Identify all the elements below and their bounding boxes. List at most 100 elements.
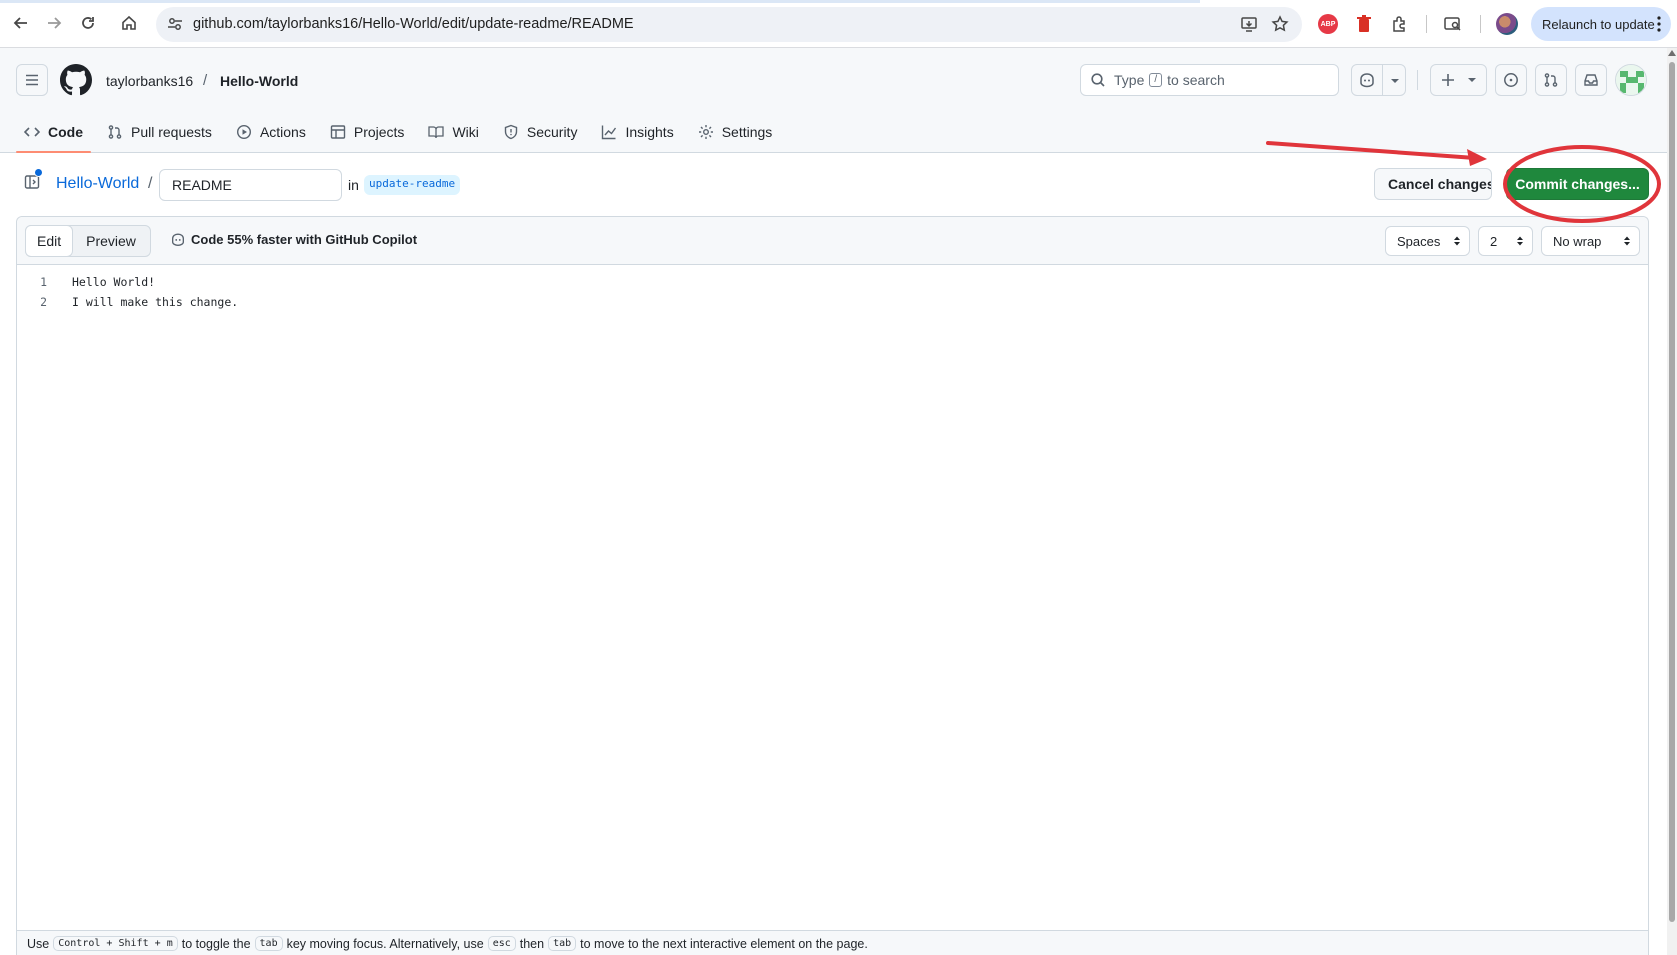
hint-plus: + [106, 938, 113, 949]
site-info-icon[interactable] [166, 15, 184, 33]
tab-edit[interactable]: Edit [25, 225, 74, 257]
user-avatar[interactable] [1615, 64, 1647, 96]
tab-settings[interactable]: Settings [690, 112, 781, 152]
relaunch-to-update-button[interactable]: Relaunch to update [1531, 7, 1671, 41]
trash-extension-icon [1357, 15, 1371, 32]
indent-mode-select[interactable]: Spaces [1385, 226, 1470, 256]
bookmark-star-icon[interactable] [1271, 15, 1289, 33]
github-header: taylorbanks16 / Hello-World Type / to se… [0, 48, 1668, 153]
copilot-promo-link[interactable]: Code 55% faster with GitHub Copilot [170, 232, 417, 247]
branch-in-label: in [348, 177, 359, 193]
tab-security[interactable]: Security [495, 112, 586, 152]
menu-button[interactable] [16, 64, 48, 96]
browser-profile-avatar[interactable] [1496, 13, 1518, 35]
hint-key: tab [548, 936, 577, 951]
tab-preview[interactable]: Preview [72, 226, 150, 256]
hint-text: Use [27, 936, 50, 951]
tab-actions[interactable]: Actions [228, 112, 314, 152]
play-icon [236, 124, 251, 140]
hint-key-combo: Control + Shift + m [53, 936, 178, 951]
hint-key: esc [487, 936, 516, 951]
edit-preview-toggle: Edit Preview [25, 225, 151, 257]
github-logo-icon[interactable] [60, 64, 92, 96]
back-button[interactable] [7, 9, 35, 37]
tab-pull-requests[interactable]: Pull requests [99, 112, 220, 152]
indent-size-select[interactable]: 2 [1478, 226, 1533, 256]
indent-size-value: 2 [1490, 233, 1498, 249]
scrollbar-thumb[interactable] [1669, 62, 1675, 922]
tab-label: Security [526, 124, 578, 140]
tab-label: Settings [721, 124, 773, 140]
file-edit-bar: Hello-World / in update-readme Cancel ch… [0, 154, 1668, 216]
code-editor: Edit Preview Code 55% faster with GitHub… [16, 216, 1649, 955]
copilot-icon [1360, 73, 1374, 88]
issues-button[interactable] [1495, 64, 1527, 96]
line-text[interactable]: Hello World! [72, 275, 155, 289]
hint-key: m [166, 938, 173, 949]
tab-insights[interactable]: Insights [593, 112, 681, 152]
tab-wiki[interactable]: Wiki [420, 112, 486, 152]
more-vert-icon[interactable] [1657, 16, 1661, 32]
graph-icon [602, 125, 617, 140]
inbox-button[interactable] [1575, 64, 1607, 96]
copilot-menu-button[interactable] [1351, 64, 1406, 96]
inbox-icon [1584, 74, 1598, 86]
search-placeholder-prefix: Type [1114, 72, 1145, 88]
hint-text: key moving focus. Alternatively, use [286, 936, 484, 951]
git-pull-request-icon [108, 125, 122, 139]
page-scrollbar[interactable] [1667, 48, 1677, 955]
tab-label: Insights [625, 124, 674, 140]
code-area[interactable]: 1 Hello World! 2 I will make this change… [17, 265, 1648, 905]
hint-key: tab [254, 936, 283, 951]
wrap-mode-select[interactable]: No wrap [1541, 226, 1640, 256]
search-input[interactable]: Type / to search [1080, 64, 1339, 96]
install-app-icon[interactable] [1240, 15, 1258, 33]
tab-label: Pull requests [131, 124, 212, 140]
select-arrows-icon [1624, 236, 1630, 246]
arrow-right-icon [48, 17, 62, 29]
tab-label: Wiki [452, 124, 479, 140]
keyboard-hint-bar: Use Control + Shift + m to toggle the ta… [17, 930, 1648, 955]
toolbar-separator [1480, 15, 1481, 33]
home-button[interactable] [115, 9, 143, 37]
commit-changes-button[interactable]: Commit changes... [1506, 168, 1649, 200]
extensions-button[interactable] [1389, 13, 1411, 35]
git-pull-request-icon [1544, 73, 1558, 87]
url-text[interactable]: github.com/taylorbanks16/Hello-World/edi… [193, 16, 634, 32]
path-separator: / [148, 175, 153, 192]
code-line: 1 Hello World! [17, 272, 155, 292]
create-new-button[interactable] [1430, 64, 1487, 96]
tab-code[interactable]: Code [16, 112, 91, 153]
pull-requests-button[interactable] [1535, 64, 1567, 96]
cancel-changes-button[interactable]: Cancel changes [1374, 168, 1492, 200]
breadcrumb-repo[interactable]: Hello-World [220, 73, 298, 89]
scroll-up-arrow-icon[interactable] [1668, 50, 1676, 56]
notification-dot [34, 168, 43, 177]
button-divider [1382, 65, 1383, 95]
line-text[interactable]: I will make this change. [72, 295, 238, 309]
hint-plus: + [154, 938, 161, 949]
chevron-down-icon [1391, 79, 1399, 83]
hint-key: Shift [118, 938, 149, 949]
adblock-extension-button[interactable]: ABP [1317, 13, 1339, 35]
tab-search-button[interactable] [1442, 13, 1464, 35]
book-icon [428, 126, 445, 139]
search-placeholder-suffix: to search [1167, 72, 1225, 88]
address-bar[interactable]: github.com/taylorbanks16/Hello-World/edi… [156, 7, 1302, 42]
cancel-label: Cancel changes [1388, 176, 1492, 192]
commit-label: Commit changes... [1515, 176, 1640, 192]
forward-button[interactable] [40, 9, 68, 37]
reload-button[interactable] [74, 9, 102, 37]
tab-projects[interactable]: Projects [322, 112, 413, 152]
file-name-input[interactable] [159, 169, 342, 201]
tab-search-icon [1444, 17, 1461, 31]
extension-red-button[interactable] [1353, 13, 1375, 35]
indent-mode-value: Spaces [1397, 233, 1441, 249]
tab-label: Projects [353, 124, 405, 140]
breadcrumb-owner[interactable]: taylorbanks16 [106, 73, 193, 89]
hint-text: to toggle the [181, 936, 251, 951]
hamburger-icon [26, 74, 38, 86]
select-arrows-icon [1517, 236, 1523, 246]
copilot-promo-text: Code 55% faster with GitHub Copilot [191, 232, 418, 247]
repo-link[interactable]: Hello-World [56, 175, 139, 193]
